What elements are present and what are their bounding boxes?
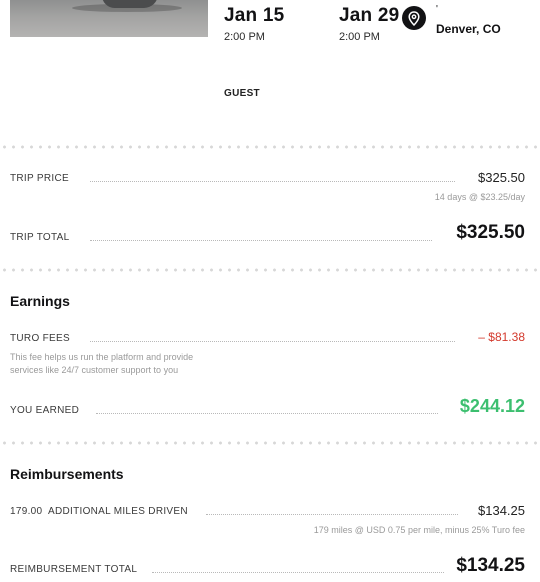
section-divider [0, 268, 540, 272]
section-divider [0, 145, 540, 149]
dot-leader [90, 181, 455, 182]
reimbursement-total-label: REIMBURSEMENT TOTAL [10, 564, 138, 575]
map-pin-icon[interactable] [402, 6, 426, 30]
location-line1: ' [436, 4, 438, 15]
turo-fees-value: – $81.38 [478, 330, 525, 344]
reimbursements-heading: Reimbursements [10, 466, 124, 482]
additional-miles-label: ADDITIONAL MILES DRIVEN [48, 506, 188, 517]
you-earned-value: $244.12 [459, 396, 525, 416]
additional-miles-value: $134.25 [478, 503, 525, 518]
trip-end-date: Jan 29 [339, 5, 400, 26]
trip-total-label: TRIP TOTAL [10, 232, 70, 243]
trip-end-time: 2:00 PM [339, 31, 380, 43]
turo-fees-label: TURO FEES [10, 333, 70, 344]
trip-price-detail: 14 days @ $23.25/day [434, 192, 525, 202]
dot-leader [90, 341, 455, 342]
vehicle-body [102, 0, 158, 8]
reimbursement-total-value: $134.25 [456, 555, 525, 576]
trip-start-time: 2:00 PM [224, 31, 265, 43]
dot-leader [90, 240, 432, 241]
location-city[interactable]: Denver, CO [436, 22, 501, 36]
trip-price-label: TRIP PRICE [10, 173, 69, 184]
section-divider [0, 441, 540, 445]
turo-fees-note-line2: services like 24/7 customer support to y… [10, 365, 179, 375]
guest-label: GUEST [224, 88, 260, 99]
trip-total-value: $325.50 [456, 222, 525, 243]
trip-price-value: $325.50 [478, 170, 525, 185]
earnings-heading: Earnings [10, 293, 70, 309]
you-earned-label: YOU EARNED [10, 405, 80, 416]
turo-fees-note-line1: This fee helps us run the platform and p… [10, 352, 194, 362]
vehicle-photo[interactable] [10, 0, 208, 37]
additional-miles-detail: 179 miles @ USD 0.75 per mile, minus 25%… [313, 525, 525, 535]
miles-quantity: 179.00 [10, 506, 43, 517]
trip-start-date: Jan 15 [224, 5, 285, 26]
